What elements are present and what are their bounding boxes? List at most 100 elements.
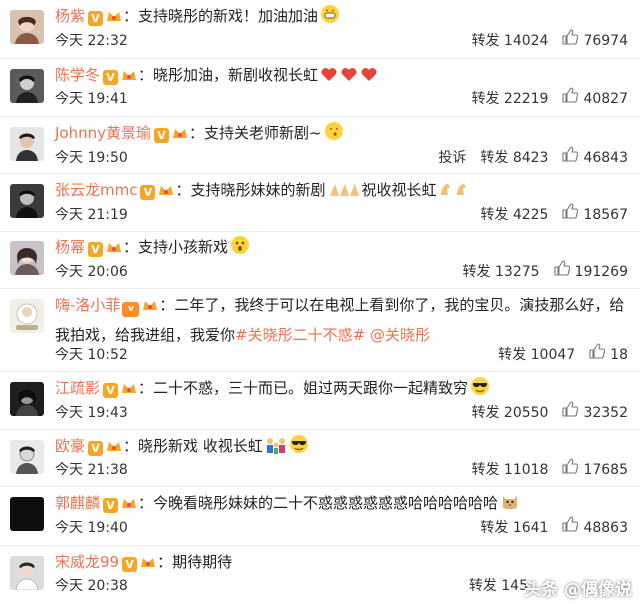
avatar[interactable]: [10, 556, 44, 590]
repost-button[interactable]: 转发 145: [469, 574, 528, 598]
avatar[interactable]: [10, 184, 44, 218]
comment-text: ：今晚看晓彤妹妹的二十不惑惑惑惑惑惑哈哈哈哈哈哈: [138, 494, 499, 512]
comment-meta: 今天 19:43 转发 20550 32352: [55, 401, 628, 425]
avatar[interactable]: [10, 299, 44, 333]
repost-label: 转发: [498, 347, 527, 363]
comment-meta: 今天 21:19 转发 4225 18567: [55, 203, 628, 227]
repost-count: 22219: [503, 91, 549, 107]
comment-actions: 转发 10047 18: [484, 343, 628, 367]
avatar[interactable]: [10, 497, 44, 531]
repost-count: 14024: [503, 33, 549, 49]
repost-button[interactable]: 转发 13275: [463, 260, 540, 284]
like-button[interactable]: 46843: [562, 146, 628, 170]
comment-time: 今天 10:52: [55, 347, 128, 363]
comment-text: ：支持晓彤的新戏！加油加油: [123, 7, 319, 25]
comment-actions: 转发 1641 48863: [466, 516, 628, 540]
repost-button[interactable]: 转发 4225: [480, 203, 548, 227]
comment-text: ：晓彤新戏 收视长虹: [123, 437, 263, 455]
repost-count: 4225: [512, 207, 549, 223]
user-name-link[interactable]: 杨紫: [55, 7, 85, 25]
verified-badge-icon: V: [88, 11, 104, 26]
comment-text: ：二十不惑，三十而已。姐过两天跟你一起精致穷: [138, 379, 469, 397]
comment-item: 欧豪 V ：晓彤新戏 收视长虹 今天 21:38 转发 11018 17685: [0, 430, 640, 487]
avatar[interactable]: [10, 440, 44, 474]
user-name-link[interactable]: 杨幂: [55, 238, 85, 256]
comment-time: 今天 20:06: [55, 264, 128, 280]
comment-text: ：晓彤加油，新剧收视长虹: [138, 66, 319, 84]
avatar[interactable]: [10, 69, 44, 103]
repost-label: 转发: [471, 405, 500, 421]
repost-button[interactable]: 转发 20550: [471, 401, 548, 425]
comment-actions: 转发 20550 32352: [457, 401, 628, 425]
repost-count: 10047: [530, 347, 576, 363]
comment-meta: 今天 10:52 转发 10047 18: [55, 343, 628, 367]
verified-badge-icon: V: [154, 128, 169, 143]
vip-badge-icon: v: [122, 302, 140, 317]
like-count: 48863: [583, 520, 628, 536]
like-button[interactable]: 18: [589, 343, 628, 367]
repost-button[interactable]: 转发 22219: [471, 87, 548, 111]
like-button[interactable]: 18567: [562, 203, 628, 227]
comment-time: 今天 21:38: [55, 462, 128, 478]
comment-actions: 转发 13275 191269: [449, 260, 628, 284]
avatar[interactable]: [10, 241, 44, 275]
comment-item: 张云龙mmc V ：支持晓彤妹妹的新剧 祝收视长虹 今天 21:19 转发 4225 …: [0, 174, 640, 232]
verified-badge-icon: V: [103, 70, 119, 85]
like-button[interactable]: 32352: [562, 401, 628, 425]
comment-meta: 今天 19:40 转发 1641 48863: [55, 516, 628, 540]
repost-button[interactable]: 转发 1641: [480, 516, 548, 540]
comment-actions: 转发 4225 18567: [466, 203, 628, 227]
like-button[interactable]: 191269: [553, 260, 628, 284]
complain-button[interactable]: 投诉: [438, 146, 466, 170]
like-count: 76974: [583, 33, 628, 49]
user-name-link[interactable]: 陈学冬: [55, 66, 100, 84]
comment-text: ：支持关老师新剧~: [189, 124, 322, 142]
repost-button[interactable]: 转发 11018: [471, 458, 548, 482]
comment-text: ：支持晓彤妹妹的新剧: [175, 181, 326, 199]
watermark-text: 头条 @偶像说: [524, 580, 632, 600]
hashtag-link[interactable]: #关晓彤二十不惑#: [235, 326, 365, 344]
verified-badge-icon: V: [140, 185, 156, 200]
comment-time: 今天 19:41: [55, 91, 128, 107]
repost-button[interactable]: 转发 10047: [498, 343, 575, 367]
repost-button[interactable]: 转发 8423: [480, 146, 548, 170]
comment-time: 今天 22:32: [55, 33, 128, 49]
like-count: 46843: [583, 150, 628, 166]
like-button[interactable]: 40827: [562, 87, 628, 111]
user-name-link[interactable]: 江疏影: [55, 379, 100, 397]
comment-line: 嗨-洛小菲 v ：二年了，我终于可以在电视上看到你了，我的宝贝。演技那么好，给我拍戏…: [55, 292, 628, 349]
repost-label: 转发: [462, 264, 491, 280]
comment-item: 嗨-洛小菲 v ：二年了，我终于可以在电视上看到你了，我的宝贝。演技那么好，给我拍戏…: [0, 289, 640, 372]
like-button[interactable]: 48863: [562, 516, 628, 540]
like-count: 32352: [583, 405, 628, 421]
repost-button[interactable]: 转发 14024: [471, 29, 548, 53]
repost-label: 转发: [480, 207, 509, 223]
user-name-link[interactable]: Johnny黄景瑜: [55, 124, 151, 142]
avatar[interactable]: [10, 382, 44, 416]
verified-badge-icon: V: [103, 498, 119, 513]
comment-item: 江疏影 V ：二十不惑，三十而已。姐过两天跟你一起精致穷 今天 19:43 转发 2…: [0, 372, 640, 430]
comment-time: 今天 20:38: [55, 578, 128, 594]
user-name-link[interactable]: 郭麒麟: [55, 494, 100, 512]
user-name-link[interactable]: 嗨-洛小菲: [55, 296, 120, 314]
verified-badge-icon: V: [122, 557, 138, 572]
repost-count: 13275: [495, 264, 540, 280]
comment-meta: 今天 21:38 转发 11018 17685: [55, 458, 628, 482]
thumbs-up-icon: [562, 516, 583, 540]
like-button[interactable]: 76974: [562, 29, 628, 53]
comment-text-2: 祝收视长虹: [361, 181, 437, 199]
like-count: 40827: [583, 91, 628, 107]
repost-label: 转发: [480, 520, 509, 536]
user-name-link[interactable]: 张云龙mmc: [55, 181, 137, 199]
avatar[interactable]: [10, 127, 44, 161]
like-button[interactable]: 17685: [562, 458, 628, 482]
avatar[interactable]: [10, 10, 44, 44]
mention-link[interactable]: @关晓彤: [370, 326, 430, 344]
comment-actions: 转发 11018 17685: [457, 458, 628, 482]
comment-time: 今天 21:19: [55, 207, 128, 223]
comment-actions: 转发 22219 40827: [457, 87, 628, 111]
crown-emoji-icon: [141, 295, 159, 322]
comment-meta: 今天 19:50 投诉 转发 8423 46843: [55, 146, 628, 170]
user-name-link[interactable]: 宋威龙99: [55, 553, 119, 571]
user-name-link[interactable]: 欧豪: [55, 437, 85, 455]
